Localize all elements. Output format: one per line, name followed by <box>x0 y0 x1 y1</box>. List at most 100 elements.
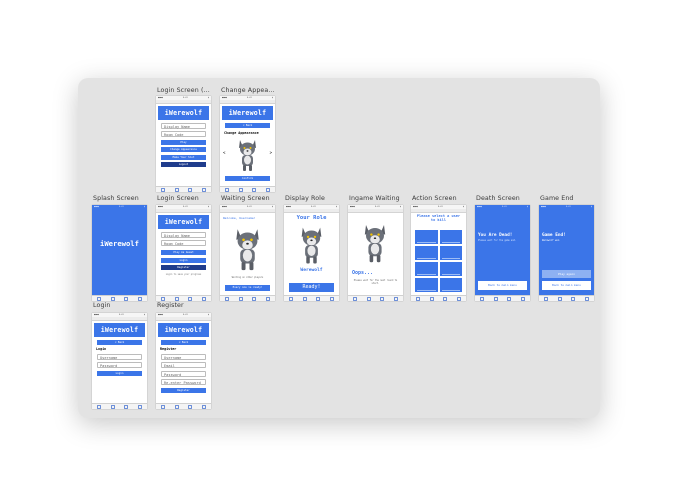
play-again-button[interactable]: Play again <box>542 270 591 278</box>
oops-heading: Oops... <box>352 270 374 276</box>
player-cell[interactable] <box>439 230 462 244</box>
frame-login-screen[interactable]: ●●●● 9:41 ▮ iWerewolf Display Name Room Co… <box>156 205 211 301</box>
frame-label-login-screen-2[interactable]: Login Screen (... <box>157 87 210 94</box>
tab-bar <box>92 295 147 301</box>
login-note: Login to save your progress <box>165 272 202 276</box>
frame-label-action[interactable]: Action Screen <box>412 195 457 202</box>
login-heading: Login <box>96 347 107 351</box>
role-name: Werewolf <box>300 268 323 273</box>
back-button[interactable]: < Back <box>97 339 142 345</box>
display-name-field[interactable]: Display Name <box>161 231 206 238</box>
tab-bar <box>92 403 147 409</box>
ingame-caption: Please wait for the next round to start. <box>353 279 398 285</box>
play-button[interactable]: Play <box>161 139 206 145</box>
app-title: iWerewolf <box>222 106 273 120</box>
frame-label-death[interactable]: Death Screen <box>476 195 520 202</box>
back-to-menu-button[interactable]: Back to main menu <box>542 281 591 290</box>
player-grid <box>415 230 462 292</box>
frame-login-screen-2[interactable]: ●●●● 9:41 ▮ iWerewolf Display Name Room Co… <box>156 96 211 192</box>
welcome-heading: Welcome, Username! <box>223 216 256 220</box>
frame-ingame-waiting[interactable]: ●●●● 9:41 ▮ Oops... Please wait for the ne… <box>348 205 403 301</box>
change-appearance-heading: Change Appearance <box>224 130 259 135</box>
login-button[interactable]: Login <box>161 257 206 263</box>
frame-register[interactable]: ●●●● 9:41 ▮ iWerewolf < Back Register User… <box>156 313 211 409</box>
app-title: iWerewolf <box>94 323 145 337</box>
frame-display-role[interactable]: ●●●● 9:41 ▮ Your Role Werewolf Ready! <box>284 205 339 301</box>
frame-action[interactable]: ●●●● 9:41 ▮ Please select a user to kill <box>411 205 466 301</box>
you-are-dead-heading: You Are Dead! <box>478 233 513 238</box>
player-cell[interactable] <box>415 278 438 292</box>
prev-arrow-icon[interactable]: < <box>223 150 225 155</box>
username-field[interactable]: Username <box>97 353 142 360</box>
play-as-guest-button[interactable]: Play As Guest <box>161 250 206 255</box>
back-button[interactable]: < Back <box>161 339 206 345</box>
back-button[interactable]: < Back <box>225 123 270 128</box>
tab-bar <box>348 295 403 301</box>
register-heading: Register <box>160 347 177 351</box>
email-field[interactable]: Email <box>161 362 206 368</box>
tab-bar <box>156 186 211 192</box>
tab-bar <box>411 295 466 301</box>
frame-label-register[interactable]: Register <box>157 302 184 309</box>
wolf-character-icon <box>301 227 322 264</box>
frame-label-login[interactable]: Login <box>93 302 111 309</box>
player-cell[interactable] <box>415 262 438 276</box>
app-title: iWerewolf <box>158 323 209 337</box>
frame-change-appearance[interactable]: ●●●● 9:41 ▮ iWerewolf < Back Change Appear… <box>220 96 275 192</box>
tab-bar <box>284 295 339 301</box>
tab-bar <box>156 295 211 301</box>
password-field[interactable]: Password <box>97 362 142 368</box>
app-title: iWerewolf <box>158 106 209 120</box>
frame-label-game-end[interactable]: Game End <box>540 195 574 202</box>
display-name-field[interactable]: Display Name <box>161 122 206 129</box>
frame-waiting[interactable]: ●●●● 9:41 ▮ Welcome, Username! Waiting on … <box>220 205 275 301</box>
frame-label-login-screen[interactable]: Login Screen <box>157 195 199 202</box>
app-title: iWerewolf <box>158 215 209 229</box>
wolf-character-icon <box>364 225 386 263</box>
tab-bar <box>156 403 211 409</box>
change-appearance-button[interactable]: Change Appearance <box>161 147 206 152</box>
frame-game-end[interactable]: ●●●● 9:41 ▮ Game End! Werewolf won Play ag… <box>539 205 594 301</box>
select-user-heading: Please select a user to kill <box>416 214 461 223</box>
register-submit-button[interactable]: Register <box>161 387 206 393</box>
wolf-character-icon <box>236 229 259 271</box>
frame-death[interactable]: ●●●● 9:41 ▮ You Are Dead! Please wait for … <box>475 205 530 301</box>
confirm-button[interactable]: Confirm <box>225 175 270 181</box>
frame-label-ingame-waiting[interactable]: Ingame Waiting <box>349 195 400 202</box>
frame-login[interactable]: ●●●● 9:41 ▮ iWerewolf < Back Login Usernam… <box>92 313 147 409</box>
tab-bar <box>220 295 275 301</box>
player-cell[interactable] <box>439 246 462 260</box>
login-submit-button[interactable]: Login <box>97 370 142 376</box>
game-end-heading: Game End! <box>542 233 566 238</box>
frame-label-change-appearance[interactable]: Change Appea... <box>221 87 275 94</box>
tab-bar <box>475 295 530 301</box>
reenter-password-field[interactable]: Re-enter Password <box>161 379 206 385</box>
player-cell[interactable] <box>415 246 438 260</box>
waiting-caption: Waiting on other players <box>231 276 264 279</box>
player-cell[interactable] <box>415 230 438 244</box>
register-button[interactable]: Register <box>161 265 206 270</box>
frame-splash[interactable]: ●●●● 9:41 ▮ iWerewolf <box>92 205 147 301</box>
tab-bar <box>220 186 275 192</box>
logout-button[interactable]: Logout <box>161 162 206 167</box>
frame-label-splash[interactable]: Splash Screen <box>93 195 139 202</box>
player-cell[interactable] <box>439 278 462 292</box>
player-cell[interactable] <box>439 262 462 276</box>
winner-subtext: Werewolf won <box>542 239 560 242</box>
death-subtext: Please wait for the game end. <box>478 239 517 242</box>
frame-label-display-role[interactable]: Display Role <box>285 195 325 202</box>
frame-label-waiting[interactable]: Waiting Screen <box>221 195 270 202</box>
everyone-ready-button[interactable]: Every one is ready! <box>225 284 270 291</box>
password-field[interactable]: Password <box>161 370 206 377</box>
wolf-character-icon <box>239 140 256 171</box>
make-slot-button[interactable]: Make Your Slot <box>161 154 206 160</box>
username-field[interactable]: Username <box>161 353 206 360</box>
tab-bar <box>539 295 594 301</box>
room-code-field[interactable]: Room Code <box>161 240 206 246</box>
splash-title: iWerewolf <box>100 239 139 248</box>
room-code-field[interactable]: Room Code <box>161 131 206 137</box>
next-arrow-icon[interactable]: > <box>270 150 272 155</box>
your-role-heading: Your Role <box>296 215 327 221</box>
ready-button[interactable]: Ready! <box>289 282 334 292</box>
back-to-menu-button[interactable]: Back to main menu <box>478 281 527 290</box>
